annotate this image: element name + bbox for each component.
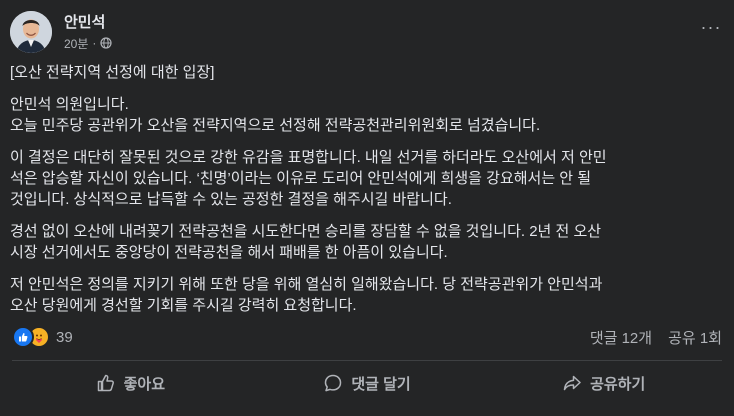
share-count[interactable]: 공유 1회 <box>668 327 722 348</box>
divider <box>12 360 722 361</box>
more-options-button[interactable]: ··· <box>698 14 724 40</box>
engagement-stats: 댓글 12개 공유 1회 <box>590 327 722 348</box>
like-reaction-icon <box>12 326 34 348</box>
paragraph-4: 저 안민석은 정의를 지키기 위해 또한 당을 위해 열심히 일해왔습니다. 당… <box>10 274 726 316</box>
author-name[interactable]: 안민석 <box>64 13 112 32</box>
post-header: 안민석 20분 · <box>10 8 112 56</box>
avatar[interactable] <box>10 11 52 53</box>
comment-icon <box>325 374 342 392</box>
post-time[interactable]: 20분 <box>64 35 88 52</box>
like-label: 좋아요 <box>123 375 166 393</box>
like-button[interactable]: 좋아요 <box>12 364 249 402</box>
share-icon <box>563 375 581 391</box>
post-body: [오산 전략지역 선정에 대한 입장] 안민석 의원입니다. 오늘 민주당 공관… <box>10 62 726 327</box>
post-title: [오산 전략지역 선정에 대한 입장] <box>10 64 215 81</box>
text-line: 저 안민석은 정의를 지키기 위해 또한 당을 위해 열심히 일해왔습니다. 당… <box>10 276 603 293</box>
text-line: 안민석 의원입니다. <box>10 96 129 113</box>
more-icon: ··· <box>700 16 722 37</box>
reactions-summary[interactable]: 39 <box>12 326 73 348</box>
comment-label: 댓글 달기 <box>351 375 411 393</box>
text-line: 오늘 민주당 공관위가 오산을 전략지역으로 선정해 전략공천관리위원회로 넘겼… <box>10 117 541 134</box>
action-bar: 좋아요 댓글 달기 공유하기 <box>12 364 722 402</box>
text-line: 것입니다. 상식적으로 납득할 수 있는 공정한 결정을 해주시길 바랍니다. <box>10 191 452 208</box>
reaction-count: 39 <box>56 328 73 346</box>
text-line: 시장 선거에서도 중앙당이 전략공천을 해서 패배를 한 아픔이 있습니다. <box>10 244 448 261</box>
text-line: 이 결정은 대단히 잘못된 것으로 강한 유감을 표명합니다. 내일 선거를 하… <box>10 149 607 166</box>
paragraph-1: 안민석 의원입니다. 오늘 민주당 공관위가 오산을 전략지역으로 선정해 전략… <box>10 94 726 136</box>
thumbs-up-icon <box>97 374 114 392</box>
share-label: 공유하기 <box>590 375 646 393</box>
comment-count[interactable]: 댓글 12개 <box>590 327 652 348</box>
paragraph-2: 이 결정은 대단히 잘못된 것으로 강한 유감을 표명합니다. 내일 선거를 하… <box>10 147 726 210</box>
text-line: 석은 압승할 자신이 있습니다. ‘친명’이라는 이유로 도리어 안민석에게 희… <box>10 170 592 187</box>
text-line: 경선 없이 오산에 내려꽂기 전략공천을 시도한다면 승리를 장담할 수 없을 … <box>10 223 602 240</box>
globe-icon[interactable] <box>100 37 112 49</box>
post-meta: 20분 · <box>64 35 112 52</box>
comment-button[interactable]: 댓글 달기 <box>249 364 486 402</box>
share-button[interactable]: 공유하기 <box>485 364 722 402</box>
text-line: 오산 당원에게 경선할 기회를 주시길 강력히 요청합니다. <box>10 297 357 314</box>
paragraph-3: 경선 없이 오산에 내려꽂기 전략공천을 시도한다면 승리를 장담할 수 없을 … <box>10 221 726 263</box>
